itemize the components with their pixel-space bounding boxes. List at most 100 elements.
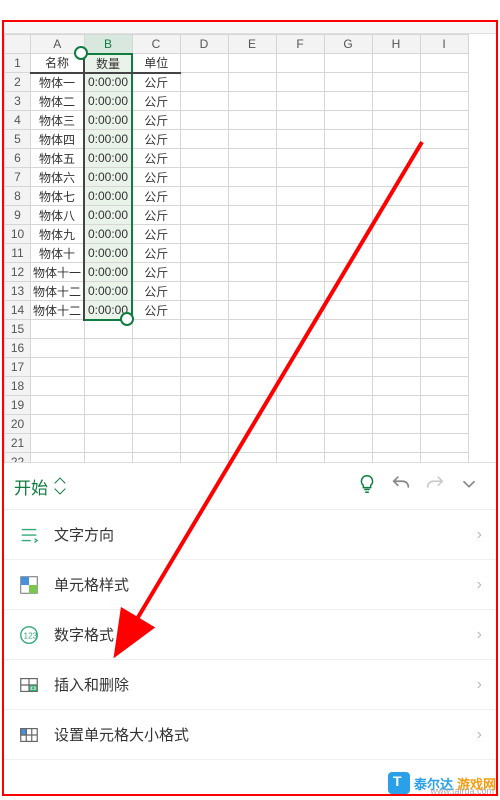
cell-E20[interactable]: [228, 415, 276, 434]
cell-I8[interactable]: [420, 187, 468, 206]
cell-E16[interactable]: [228, 339, 276, 358]
cell-I2[interactable]: [420, 73, 468, 92]
cell-C10[interactable]: 公斤: [132, 225, 180, 244]
col-header-E[interactable]: E: [228, 35, 276, 54]
menu-item-insert-delete[interactable]: 插入和删除 ›: [4, 660, 496, 710]
cell-B2[interactable]: 0:00:00: [84, 73, 132, 92]
cell-G16[interactable]: [324, 339, 372, 358]
cell-A4[interactable]: 物体三: [31, 111, 85, 130]
cell-G22[interactable]: [324, 453, 372, 463]
menu-item-text-direction[interactable]: 文字方向 ›: [4, 510, 496, 560]
cell-I15[interactable]: [420, 320, 468, 339]
cell-B7[interactable]: 0:00:00: [84, 168, 132, 187]
cell-D5[interactable]: [180, 130, 228, 149]
cell-D22[interactable]: [180, 453, 228, 463]
cell-H15[interactable]: [372, 320, 420, 339]
row-header-15[interactable]: 15: [5, 320, 31, 339]
collapse-icon[interactable]: [452, 473, 486, 500]
cell-F19[interactable]: [276, 396, 324, 415]
cell-H16[interactable]: [372, 339, 420, 358]
cell-A13[interactable]: 物体十二: [31, 282, 85, 301]
cell-E5[interactable]: [228, 130, 276, 149]
cell-F15[interactable]: [276, 320, 324, 339]
col-header-D[interactable]: D: [180, 35, 228, 54]
cell-F10[interactable]: [276, 225, 324, 244]
cell-B3[interactable]: 0:00:00: [84, 92, 132, 111]
cell-I18[interactable]: [420, 377, 468, 396]
cell-I17[interactable]: [420, 358, 468, 377]
cell-I14[interactable]: [420, 301, 468, 320]
cell-D2[interactable]: [180, 73, 228, 92]
cell-G19[interactable]: [324, 396, 372, 415]
cell-E22[interactable]: [228, 453, 276, 463]
cell-G14[interactable]: [324, 301, 372, 320]
cell-G20[interactable]: [324, 415, 372, 434]
cell-F4[interactable]: [276, 111, 324, 130]
cell-D3[interactable]: [180, 92, 228, 111]
cell-B17[interactable]: [84, 358, 132, 377]
row-header-21[interactable]: 21: [5, 434, 31, 453]
cell-A21[interactable]: [31, 434, 85, 453]
cell-B8[interactable]: 0:00:00: [84, 187, 132, 206]
toolbar-tab-label[interactable]: 开始: [14, 474, 48, 499]
cell-F9[interactable]: [276, 206, 324, 225]
cell-C9[interactable]: 公斤: [132, 206, 180, 225]
cell-H21[interactable]: [372, 434, 420, 453]
row-header-5[interactable]: 5: [5, 130, 31, 149]
cell-C19[interactable]: [132, 396, 180, 415]
cell-E21[interactable]: [228, 434, 276, 453]
col-header-G[interactable]: G: [324, 35, 372, 54]
col-header-H[interactable]: H: [372, 35, 420, 54]
cell-E2[interactable]: [228, 73, 276, 92]
cell-A6[interactable]: 物体五: [31, 149, 85, 168]
row-header-14[interactable]: 14: [5, 301, 31, 320]
undo-icon[interactable]: [384, 473, 418, 500]
cell-I4[interactable]: [420, 111, 468, 130]
row-header-2[interactable]: 2: [5, 73, 31, 92]
row-header-20[interactable]: 20: [5, 415, 31, 434]
menu-item-number-format[interactable]: 123 数字格式 ›: [4, 610, 496, 660]
cell-H10[interactable]: [372, 225, 420, 244]
cell-D20[interactable]: [180, 415, 228, 434]
cell-D13[interactable]: [180, 282, 228, 301]
cell-G7[interactable]: [324, 168, 372, 187]
cell-G18[interactable]: [324, 377, 372, 396]
cell-F3[interactable]: [276, 92, 324, 111]
row-header-6[interactable]: 6: [5, 149, 31, 168]
cell-G5[interactable]: [324, 130, 372, 149]
cell-G9[interactable]: [324, 206, 372, 225]
cell-E8[interactable]: [228, 187, 276, 206]
cell-I13[interactable]: [420, 282, 468, 301]
cell-B13[interactable]: 0:00:00: [84, 282, 132, 301]
cell-E12[interactable]: [228, 263, 276, 282]
cell-I21[interactable]: [420, 434, 468, 453]
cell-D8[interactable]: [180, 187, 228, 206]
cell-G4[interactable]: [324, 111, 372, 130]
cell-E9[interactable]: [228, 206, 276, 225]
cell-H9[interactable]: [372, 206, 420, 225]
menu-item-cell-size[interactable]: 设置单元格大小格式 ›: [4, 710, 496, 760]
cell-D4[interactable]: [180, 111, 228, 130]
row-header-22[interactable]: 22: [5, 453, 31, 463]
cell-A18[interactable]: [31, 377, 85, 396]
cell-F6[interactable]: [276, 149, 324, 168]
row-header-18[interactable]: 18: [5, 377, 31, 396]
cell-E15[interactable]: [228, 320, 276, 339]
cell-B21[interactable]: [84, 434, 132, 453]
cell-H5[interactable]: [372, 130, 420, 149]
row-header-3[interactable]: 3: [5, 92, 31, 111]
selection-handle-bottom[interactable]: [120, 312, 134, 326]
cell-F1[interactable]: [276, 54, 324, 73]
cell-C12[interactable]: 公斤: [132, 263, 180, 282]
cell-C16[interactable]: [132, 339, 180, 358]
row-header-4[interactable]: 4: [5, 111, 31, 130]
cell-B1[interactable]: 数量: [84, 54, 132, 73]
cell-E17[interactable]: [228, 358, 276, 377]
cell-C6[interactable]: 公斤: [132, 149, 180, 168]
cell-I11[interactable]: [420, 244, 468, 263]
cell-A12[interactable]: 物体十一: [31, 263, 85, 282]
cell-F17[interactable]: [276, 358, 324, 377]
cell-C18[interactable]: [132, 377, 180, 396]
cell-B20[interactable]: [84, 415, 132, 434]
cell-I19[interactable]: [420, 396, 468, 415]
